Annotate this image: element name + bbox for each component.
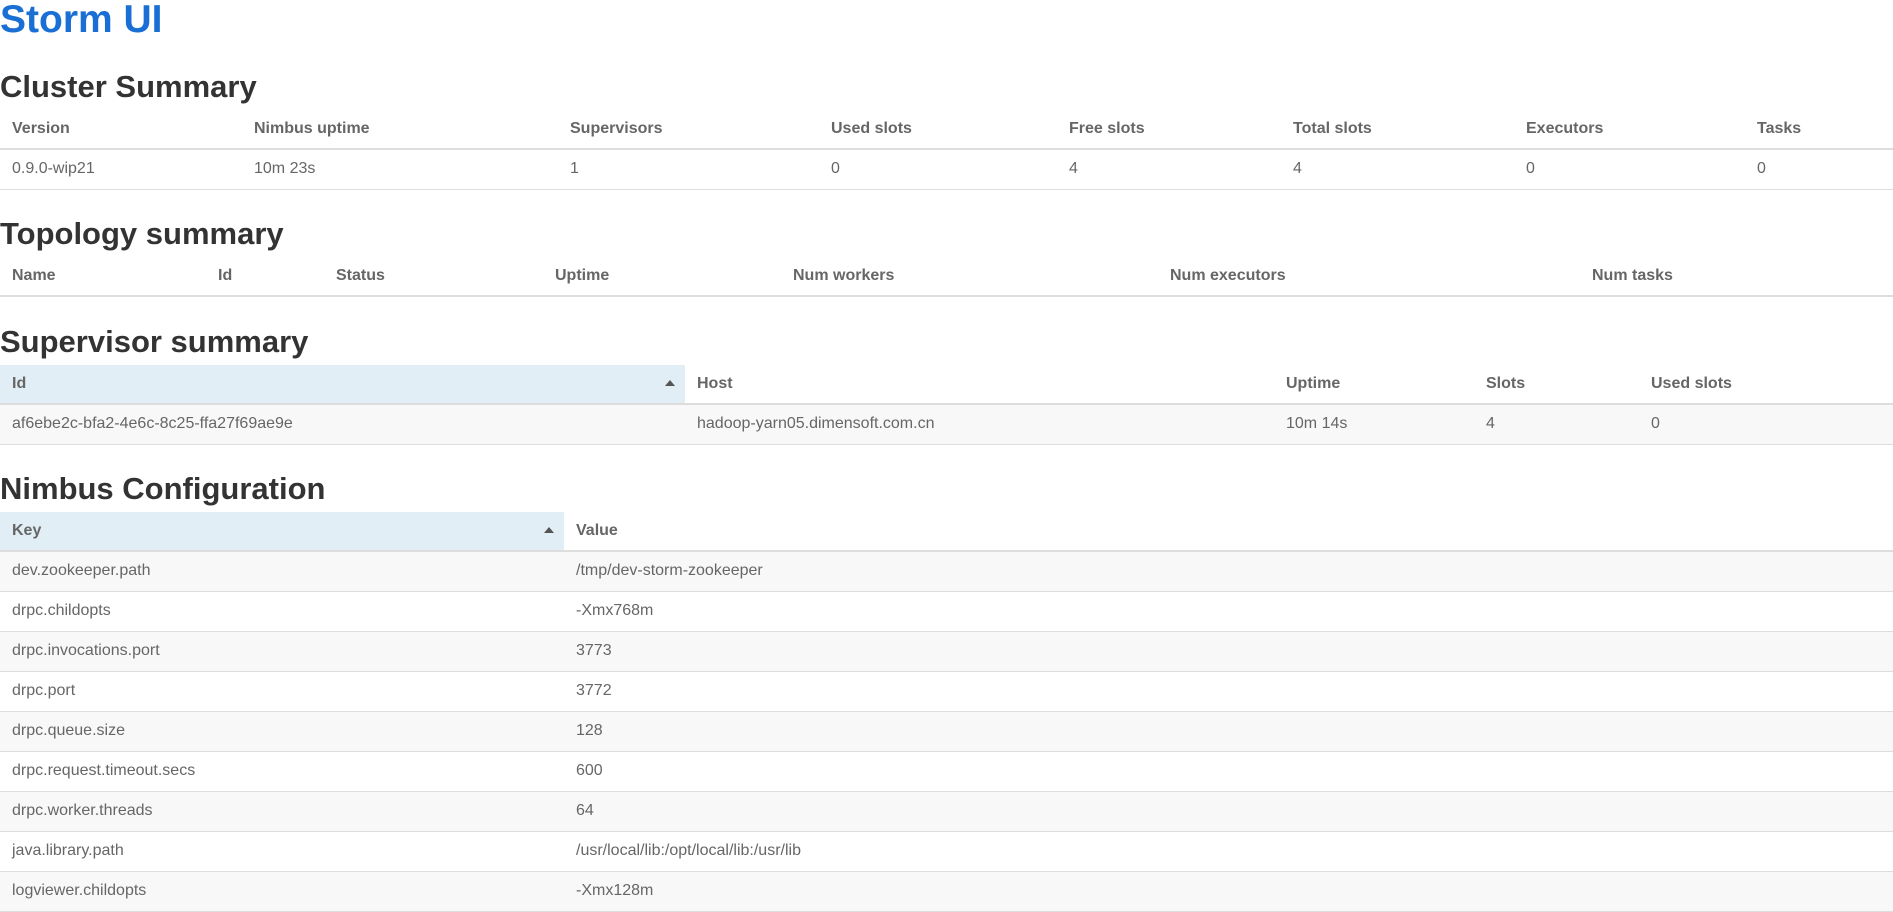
table-row: logviewer.childopts -Xmx128m <box>0 871 1893 912</box>
cell-free-slots: 4 <box>1057 149 1281 190</box>
cell-slots: 4 <box>1474 404 1639 445</box>
col-used-slots[interactable]: Used slots <box>819 110 1057 150</box>
cell-used-slots: 0 <box>819 149 1057 190</box>
config-value: /usr/local/lib:/opt/local/lib:/usr/lib <box>564 831 1893 872</box>
config-value: -Xmx768m <box>564 591 1893 632</box>
col-num-workers[interactable]: Num workers <box>781 257 1158 297</box>
col-supervisor-id-label: Id <box>12 375 27 392</box>
col-supervisor-id[interactable]: Id <box>0 365 685 405</box>
config-key: java.library.path <box>0 831 564 872</box>
table-row: drpc.worker.threads 64 <box>0 791 1893 832</box>
cell-nimbus-uptime: 10m 23s <box>242 149 558 190</box>
col-slots[interactable]: Slots <box>1474 365 1639 405</box>
config-key: drpc.request.timeout.secs <box>0 751 564 792</box>
config-key: drpc.invocations.port <box>0 631 564 672</box>
cell-host: hadoop-yarn05.dimensoft.com.cn <box>685 404 1274 445</box>
col-status[interactable]: Status <box>324 257 543 297</box>
col-total-slots[interactable]: Total slots <box>1281 110 1514 150</box>
app-title: Storm UI <box>0 0 163 41</box>
config-key: dev.zookeeper.path <box>0 551 564 592</box>
table-row: drpc.request.timeout.secs 600 <box>0 751 1893 792</box>
col-value[interactable]: Value <box>564 512 1893 552</box>
col-host[interactable]: Host <box>685 365 1274 405</box>
supervisor-header-row: Id Host Uptime Slots Used slots <box>0 365 1893 405</box>
config-key: drpc.queue.size <box>0 711 564 752</box>
col-key-label: Key <box>12 522 42 539</box>
config-key: logviewer.childopts <box>0 871 564 912</box>
col-tasks[interactable]: Tasks <box>1745 110 1893 150</box>
cell-supervisor-id: af6ebe2c-bfa2-4e6c-8c25-ffa27f69ae9e <box>0 404 685 445</box>
col-id[interactable]: Id <box>206 257 324 297</box>
col-num-executors[interactable]: Num executors <box>1158 257 1580 297</box>
table-row: 0.9.0-wip21 10m 23s 1 0 4 4 0 0 <box>0 149 1893 190</box>
table-row: drpc.queue.size 128 <box>0 711 1893 752</box>
cluster-summary-table: Version Nimbus uptime Supervisors Used s… <box>0 110 1893 190</box>
config-value: 64 <box>564 791 1893 832</box>
cell-supervisor-uptime: 10m 14s <box>1274 404 1474 445</box>
table-row: af6ebe2c-bfa2-4e6c-8c25-ffa27f69ae9e had… <box>0 404 1893 445</box>
col-executors[interactable]: Executors <box>1514 110 1745 150</box>
config-value: 600 <box>564 751 1893 792</box>
topology-header-row: Name Id Status Uptime Num workers Num ex… <box>0 257 1893 297</box>
nimbus-configuration-table: Key Value dev.zookeeper.path /tmp/dev-st… <box>0 512 1893 912</box>
nimbus-header-row: Key Value <box>0 512 1893 552</box>
table-row: java.library.path /usr/local/lib:/opt/lo… <box>0 831 1893 872</box>
cell-supervisor-used-slots: 0 <box>1639 404 1893 445</box>
table-row: drpc.port 3772 <box>0 671 1893 712</box>
table-row: dev.zookeeper.path /tmp/dev-storm-zookee… <box>0 551 1893 592</box>
cell-supervisors: 1 <box>558 149 819 190</box>
config-key: drpc.worker.threads <box>0 791 564 832</box>
cell-tasks: 0 <box>1745 149 1893 190</box>
sort-ascending-icon <box>665 380 675 386</box>
config-value: 3773 <box>564 631 1893 672</box>
config-value: /tmp/dev-storm-zookeeper <box>564 551 1893 592</box>
table-row: drpc.invocations.port 3773 <box>0 631 1893 672</box>
cell-executors: 0 <box>1514 149 1745 190</box>
cluster-header-row: Version Nimbus uptime Supervisors Used s… <box>0 110 1893 150</box>
nimbus-configuration-title: Nimbus Configuration <box>0 471 326 506</box>
config-key: drpc.port <box>0 671 564 712</box>
config-value: 3772 <box>564 671 1893 712</box>
col-uptime[interactable]: Uptime <box>543 257 781 297</box>
config-key: drpc.childopts <box>0 591 564 632</box>
col-version[interactable]: Version <box>0 110 242 150</box>
col-key[interactable]: Key <box>0 512 564 552</box>
cell-version: 0.9.0-wip21 <box>0 149 242 190</box>
config-value: -Xmx128m <box>564 871 1893 912</box>
config-value: 128 <box>564 711 1893 752</box>
topology-summary-title: Topology summary <box>0 216 284 251</box>
col-supervisor-used-slots[interactable]: Used slots <box>1639 365 1893 405</box>
cell-total-slots: 4 <box>1281 149 1514 190</box>
col-supervisor-uptime[interactable]: Uptime <box>1274 365 1474 405</box>
table-row: drpc.childopts -Xmx768m <box>0 591 1893 632</box>
col-nimbus-uptime[interactable]: Nimbus uptime <box>242 110 558 150</box>
cluster-summary-title: Cluster Summary <box>0 69 257 104</box>
col-free-slots[interactable]: Free slots <box>1057 110 1281 150</box>
sort-ascending-icon <box>544 527 554 533</box>
topology-summary-table: Name Id Status Uptime Num workers Num ex… <box>0 257 1893 297</box>
supervisor-summary-title: Supervisor summary <box>0 324 309 359</box>
col-num-tasks[interactable]: Num tasks <box>1580 257 1893 297</box>
supervisor-summary-table: Id Host Uptime Slots Used slots af6ebe2c… <box>0 365 1893 445</box>
col-supervisors[interactable]: Supervisors <box>558 110 819 150</box>
col-name[interactable]: Name <box>0 257 206 297</box>
